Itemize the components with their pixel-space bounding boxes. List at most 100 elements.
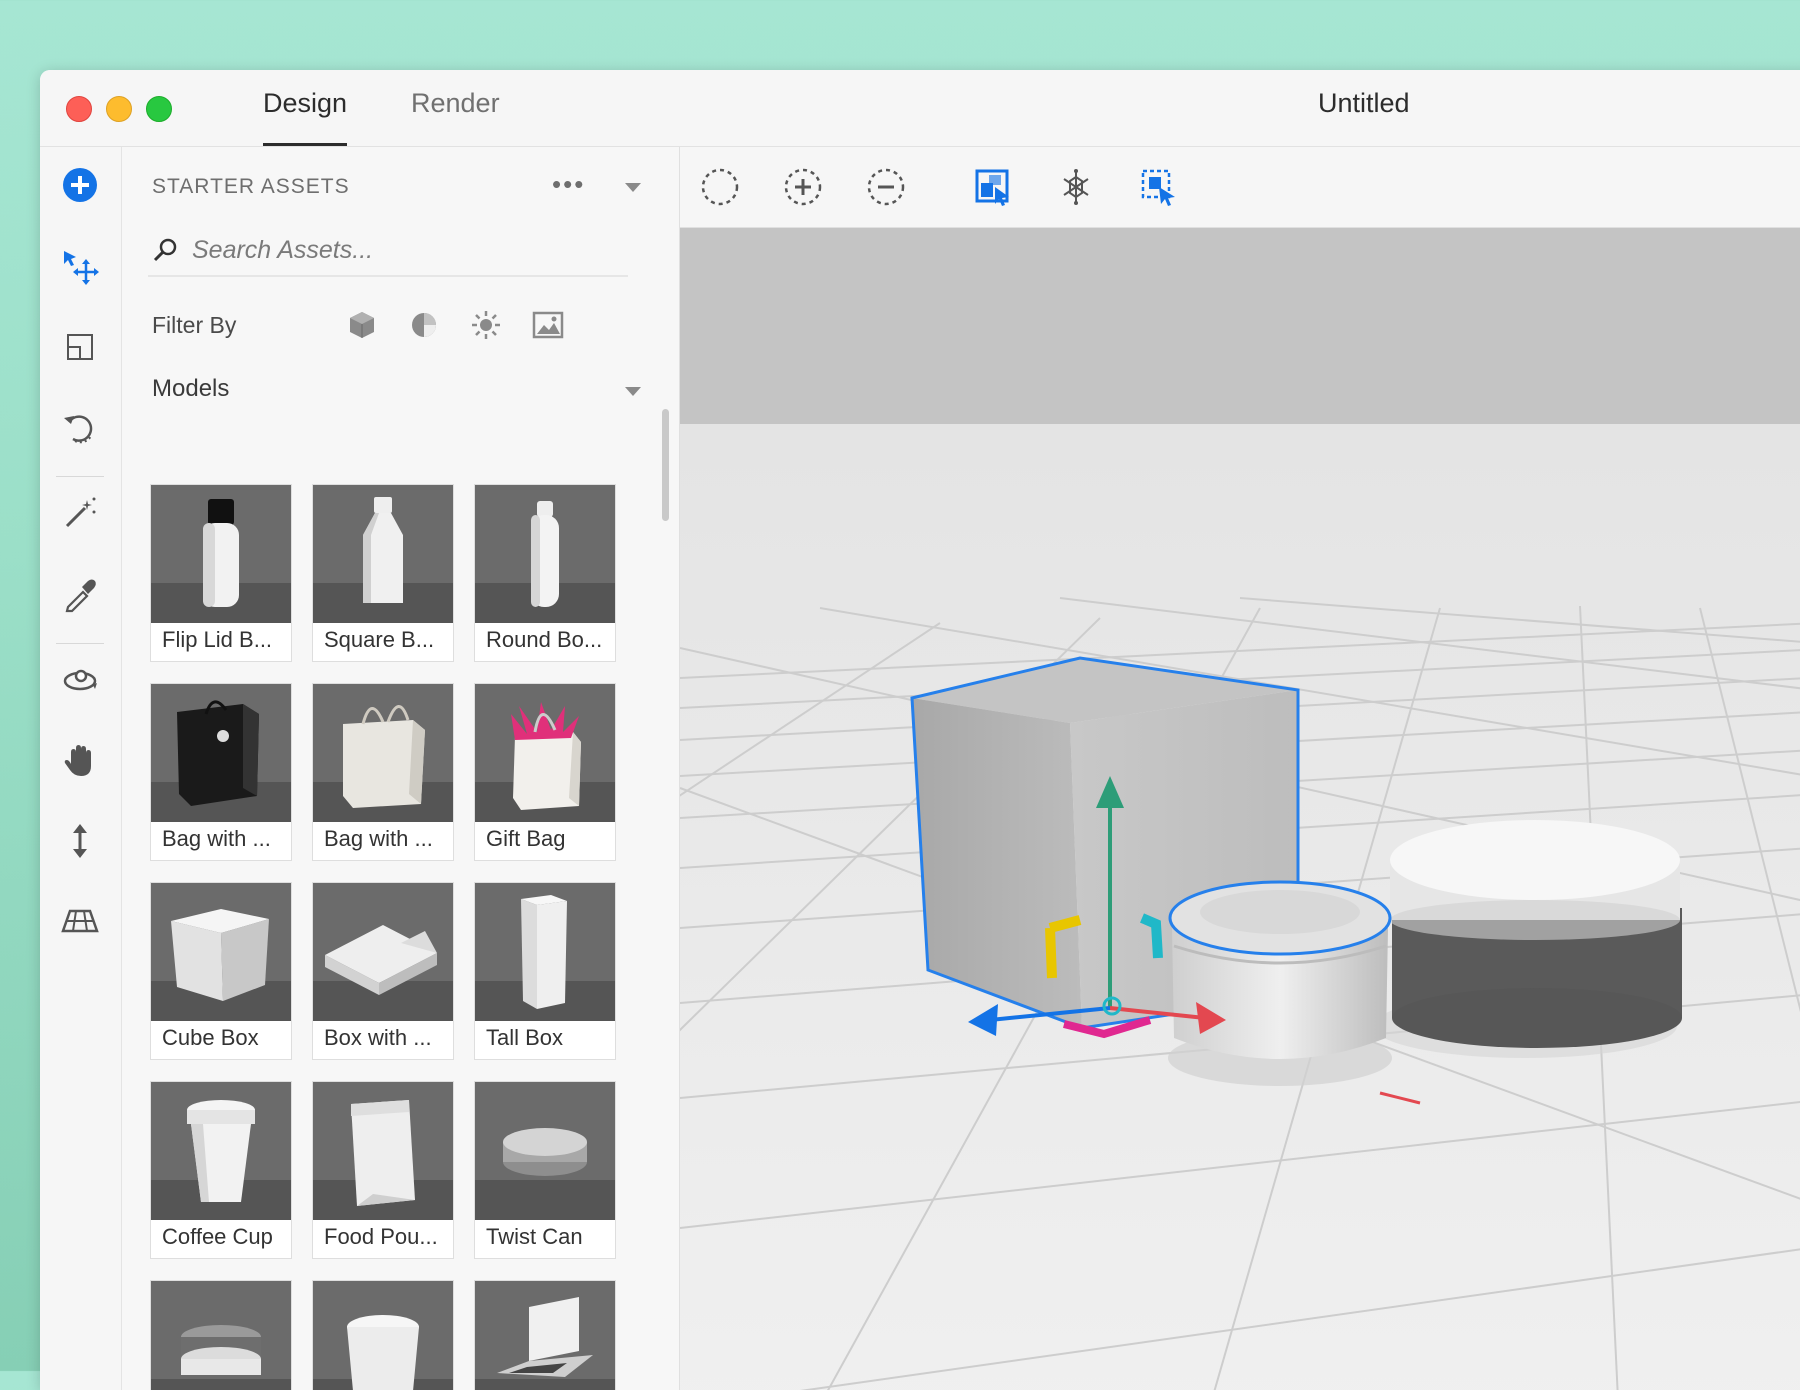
scene-canvas[interactable] [680,228,1800,1390]
filter-models-button[interactable] [344,307,380,343]
jar-thumbnail [151,1281,291,1390]
close-window-button[interactable] [66,96,92,122]
food-pouch-thumbnail [313,1082,453,1220]
asset-label: Bag with ... [324,826,433,851]
cream-tub-thumbnail [313,1281,453,1390]
tall-box-thumbnail [475,883,615,1021]
zoom-window-button[interactable] [146,96,172,122]
asset-card-laptop[interactable] [474,1280,616,1390]
more-options-button[interactable]: ••• [552,169,585,200]
orbit-tool[interactable] [56,657,104,705]
box-with-lid-thumbnail [313,883,453,1021]
select-object-icon [975,169,1009,206]
asset-label: Gift Bag [486,826,566,851]
models-chevron-down-icon[interactable] [625,387,641,396]
asset-card-tall-box[interactable]: Tall Box [474,882,616,1060]
asset-card-gift-bag[interactable]: Gift Bag [474,683,616,861]
pan-hand-icon [64,745,91,776]
search-icon [153,238,177,262]
add-to-selection-icon [784,168,822,206]
tab-design[interactable]: Design [263,88,348,146]
layout-tool[interactable] [56,323,104,371]
rotate-icon [64,415,93,444]
filter-images-button[interactable] [530,307,566,343]
flip-lid-bottle-thumbnail [151,485,291,623]
asset-label: Box with ... [324,1025,432,1050]
selection-toolbar [680,147,1800,228]
asset-card-food-pouch[interactable]: Food Pou... [312,1081,454,1259]
models-filter-icon [350,312,374,338]
asset-label: Round Bo... [486,627,603,652]
filter-lights-button[interactable] [468,307,504,343]
layout-icon [67,334,93,360]
select-group-button[interactable] [1135,163,1183,211]
gift-bag-thumbnail [475,684,615,822]
asset-label: Coffee Cup [162,1224,273,1249]
asset-card-box-with-lid[interactable]: Box with ... [312,882,454,1060]
select-group-icon [1141,169,1175,206]
asset-label: Flip Lid B... [162,627,273,652]
filter-by-label: Filter By [152,312,237,338]
select-icon [701,168,739,206]
magic-wand-icon [65,497,96,528]
tool-rail [40,147,122,1390]
app-window: Design Render Untitled STARTER ASSETS ••… [40,70,1800,1390]
eyedropper-icon [65,579,96,613]
ground-plane-tool[interactable] [56,897,104,945]
ground-plane-icon [61,909,99,933]
title-bar: Design Render Untitled [40,70,1800,147]
subtract-selection-icon [867,168,905,206]
panel-scrollbar[interactable] [662,409,669,521]
asset-label: Square B... [324,627,435,652]
asset-card-cube-box[interactable]: Cube Box [150,882,292,1060]
asset-label: Cube Box [162,1025,259,1050]
3d-viewport[interactable] [680,228,1800,1390]
add-icon [63,168,97,202]
white-bag-thumbnail [313,684,453,822]
starter-assets-panel: STARTER ASSETS ••• Filter By Models [122,147,680,1390]
materials-filter-icon [412,313,436,337]
eyedropper-tool[interactable] [56,571,104,619]
document-title: Untitled [1318,88,1410,118]
asset-card-black-bag[interactable]: Bag with ... [150,683,292,861]
select-similar-button[interactable] [1052,163,1100,211]
minimize-window-button[interactable] [106,96,132,122]
asset-card-cream-tub[interactable] [312,1280,454,1390]
asset-card-coffee-cup[interactable]: Coffee Cup [150,1081,292,1259]
dolly-tool[interactable] [56,817,104,865]
large-jar-object[interactable] [1373,820,1682,1058]
filter-materials-button[interactable] [406,307,442,343]
lights-filter-icon [472,311,500,339]
add-to-selection-button[interactable] [779,163,827,211]
add-content-button[interactable] [56,161,104,209]
asset-card-twist-can[interactable]: Twist Can [474,1081,616,1259]
models-section-header[interactable]: Models [152,375,229,403]
select-object-button[interactable] [969,163,1017,211]
panel-collapse-chevron-down-icon[interactable] [625,183,641,192]
rotate-tool[interactable] [56,403,104,451]
small-jar-object[interactable] [1168,880,1392,1086]
rail-divider [56,476,104,477]
asset-card-flip-lid-bottle[interactable]: Flip Lid B... [150,484,292,662]
asset-label: Bag with ... [162,826,271,851]
asset-card-jar[interactable] [150,1280,292,1390]
magic-wand-tool[interactable] [56,489,104,537]
select-similar-icon [1063,169,1089,205]
asset-card-square-bottle[interactable]: Square B... [312,484,454,662]
search-input[interactable] [190,231,614,269]
select-button[interactable] [696,163,744,211]
square-bottle-thumbnail [313,485,453,623]
rail-divider [56,643,104,644]
panel-title: STARTER ASSETS [152,175,350,198]
select-move-icon [64,251,99,285]
select-move-tool[interactable] [56,243,104,291]
cube-box-thumbnail [151,883,291,1021]
twist-can-thumbnail [475,1082,615,1220]
tab-render[interactable]: Render [411,88,500,146]
subtract-selection-button[interactable] [862,163,910,211]
pan-tool[interactable] [56,737,104,785]
asset-card-round-bottle[interactable]: Round Bo... [474,484,616,662]
asset-card-white-bag[interactable]: Bag with ... [312,683,454,861]
coffee-cup-thumbnail [151,1082,291,1220]
asset-label: Twist Can [486,1224,583,1249]
